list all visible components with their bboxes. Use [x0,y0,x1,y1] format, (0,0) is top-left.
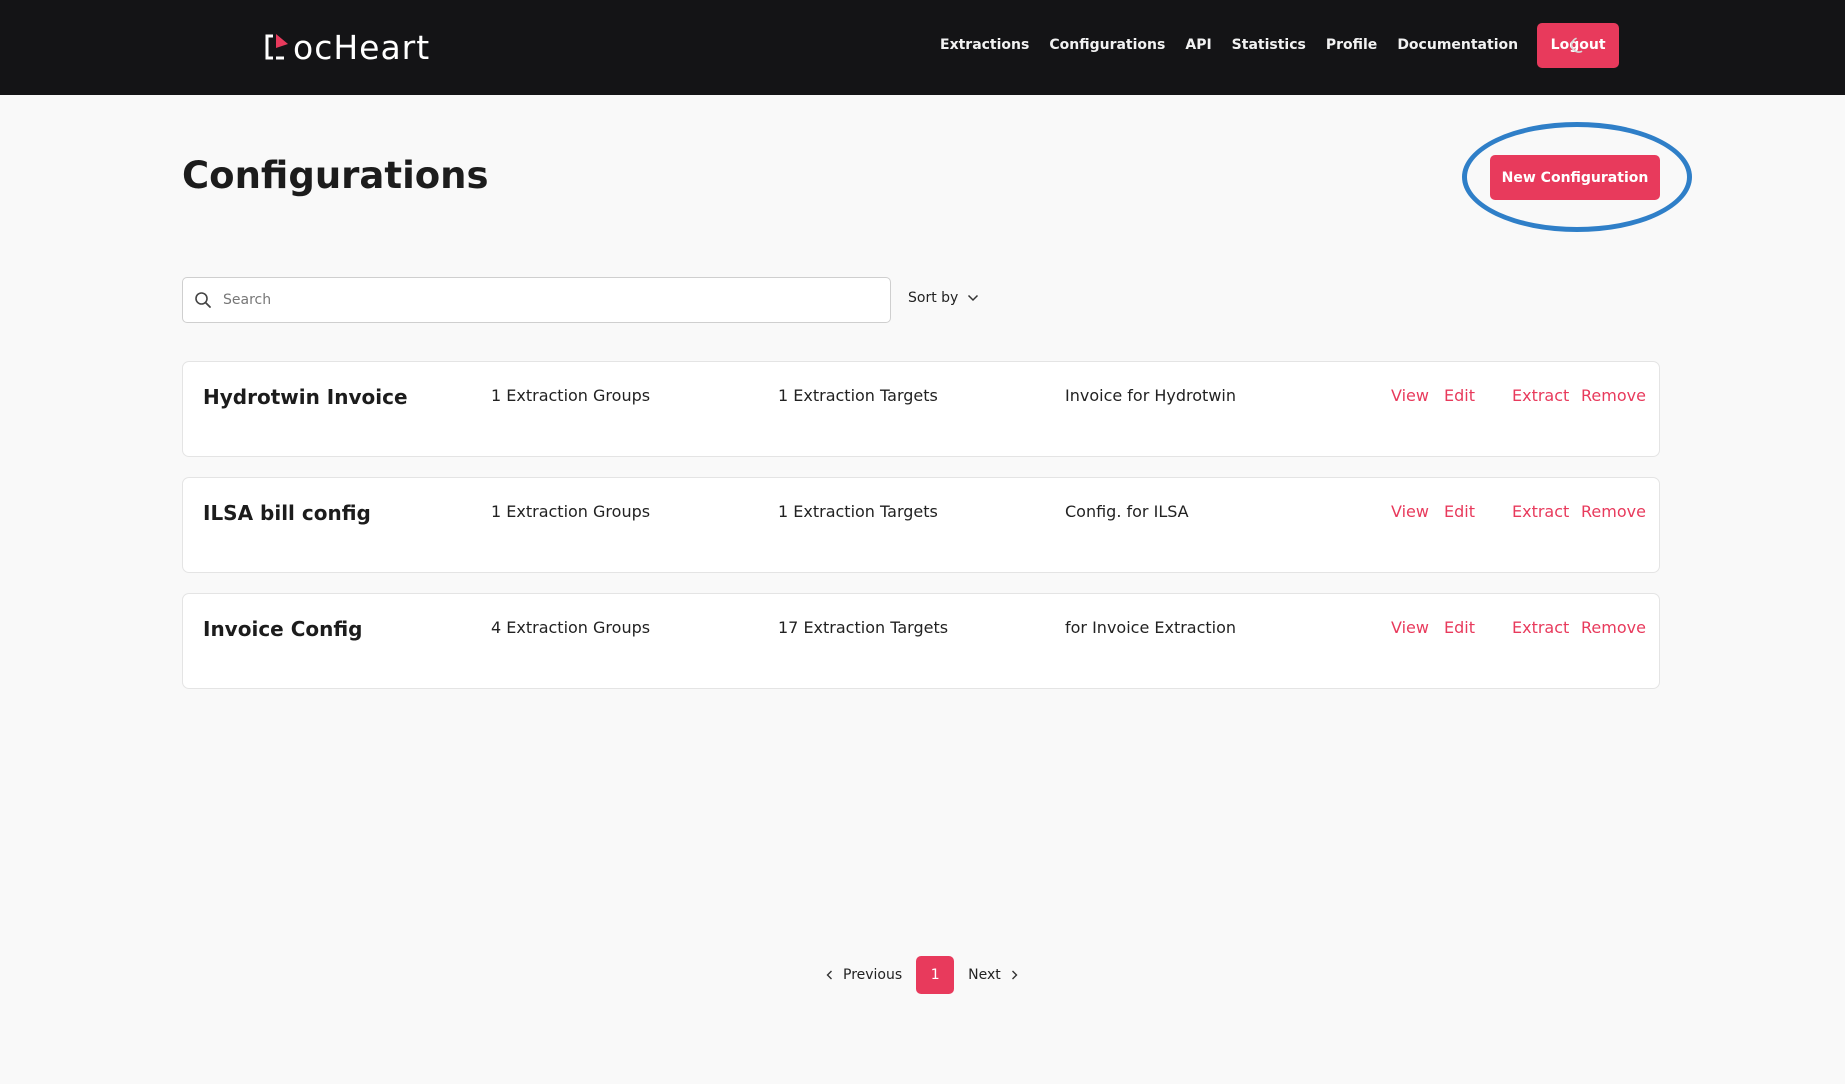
top-navigation-bar: ocHeart Extractions Configurations API S… [0,0,1845,95]
config-row: ILSA bill config 1 Extraction Groups 1 E… [182,477,1660,573]
search-icon [195,292,211,308]
config-row: Hydrotwin Invoice 1 Extraction Groups 1 … [182,361,1660,457]
nav-statistics[interactable]: Statistics [1232,37,1306,53]
nav-api[interactable]: API [1185,37,1211,53]
page-title: Configurations [182,154,489,197]
logo-text: ocHeart [293,27,431,67]
docheart-logo[interactable]: ocHeart [264,27,430,67]
main-nav: Extractions Configurations API Statistic… [940,22,1620,68]
config-targets: 1 Extraction Targets [778,502,938,521]
nav-documentation[interactable]: Documentation [1397,37,1518,53]
search-box[interactable] [182,277,891,323]
edit-link[interactable]: Edit [1444,386,1475,405]
view-link[interactable]: View [1391,386,1429,405]
config-description: for Invoice Extraction [1065,618,1237,637]
nav-extractions[interactable]: Extractions [940,37,1029,53]
chevron-right-icon [1011,970,1018,980]
page-number-current[interactable]: 1 [916,956,955,994]
config-name: Hydrotwin Invoice [203,385,408,409]
previous-label: Previous [843,967,903,983]
logo-bracket-icon [265,34,288,60]
config-row: Invoice Config 4 Extraction Groups 17 Ex… [182,593,1660,689]
config-groups: 4 Extraction Groups [491,618,651,637]
remove-link[interactable]: Remove [1581,618,1646,637]
previous-page-button[interactable]: Previous [826,967,902,983]
config-targets: 1 Extraction Targets [778,386,938,405]
config-name: ILSA bill config [203,501,371,525]
chevron-left-icon [826,970,832,980]
config-groups: 1 Extraction Groups [491,386,651,405]
extract-link[interactable]: Extract [1512,502,1569,521]
new-configuration-button[interactable]: New Configuration [1490,155,1660,200]
remove-link[interactable]: Remove [1581,386,1646,405]
pagination: Previous 1 Next [826,956,1018,994]
chevron-down-icon [968,294,979,302]
search-input[interactable] [223,280,890,320]
extract-link[interactable]: Extract [1512,618,1569,637]
config-targets: 17 Extraction Targets [778,618,949,637]
edit-link[interactable]: Edit [1444,502,1475,521]
config-groups: 1 Extraction Groups [491,502,651,521]
nav-configurations[interactable]: Configurations [1049,37,1165,53]
nav-profile[interactable]: Profile [1326,37,1377,53]
moon-icon[interactable] [1568,36,1588,56]
view-link[interactable]: View [1391,618,1429,637]
sort-by-label: Sort by [908,290,959,306]
extract-link[interactable]: Extract [1512,386,1569,405]
edit-link[interactable]: Edit [1444,618,1475,637]
remove-link[interactable]: Remove [1581,502,1646,521]
next-page-button[interactable]: Next [968,967,1018,983]
config-description: Invoice for Hydrotwin [1065,386,1236,405]
sort-by-dropdown[interactable]: Sort by [908,290,979,306]
next-label: Next [968,967,1001,983]
config-name: Invoice Config [203,617,363,641]
config-description: Config. for ILSA [1065,502,1189,521]
view-link[interactable]: View [1391,502,1429,521]
